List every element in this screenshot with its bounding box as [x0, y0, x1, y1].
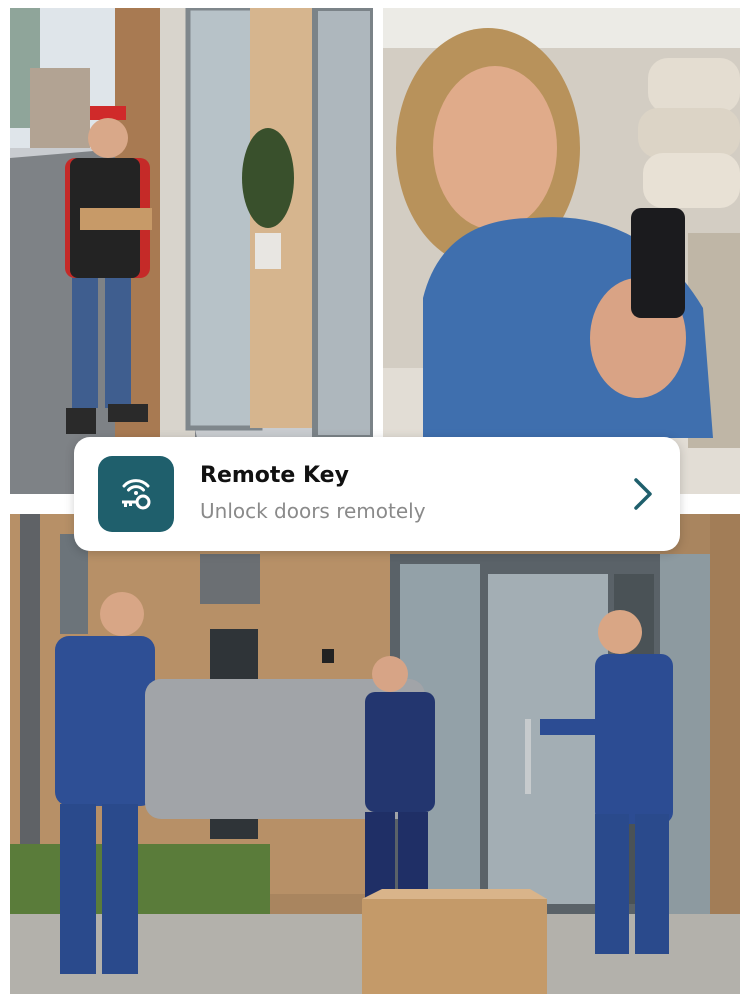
chevron-right-icon[interactable]	[628, 474, 658, 514]
card-title: Remote Key	[200, 463, 349, 488]
woman-with-phone-photo	[383, 8, 740, 494]
card-text: Remote Key Unlock doors remotely	[200, 462, 628, 526]
wifi-key-icon	[98, 456, 174, 532]
remote-key-card[interactable]: Remote Key Unlock doors remotely	[74, 437, 680, 551]
card-subtitle: Unlock doors remotely	[200, 499, 426, 523]
movers-with-sofa-photo	[10, 514, 740, 994]
courier-at-door-photo	[10, 8, 373, 494]
